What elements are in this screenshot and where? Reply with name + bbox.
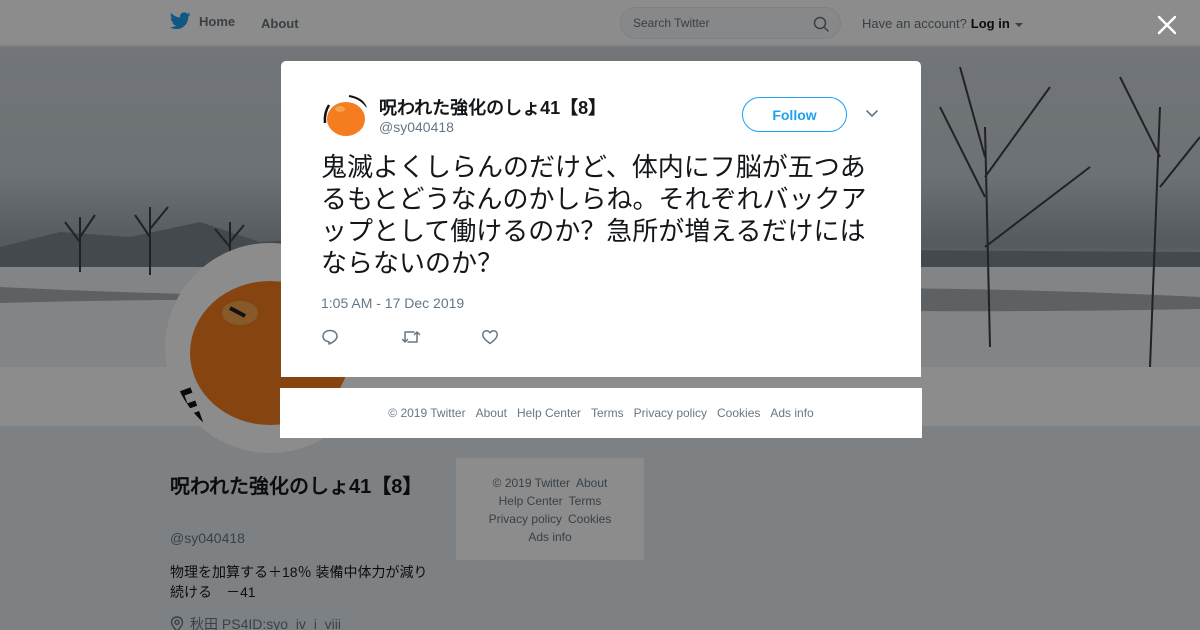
- tweet-timestamp[interactable]: 1:05 AM - 17 Dec 2019: [321, 295, 464, 311]
- avatar-image: [321, 93, 369, 141]
- tweet-author-handle[interactable]: @sy040418: [379, 119, 454, 135]
- tweet-text: 鬼滅よくしらんのだけど、体内にフ脳が五つあるもとどうなんのかしらね。それぞれバッ…: [321, 153, 867, 279]
- footer-privacy-link[interactable]: Privacy policy: [634, 406, 707, 420]
- tweet-actions: [321, 327, 561, 347]
- retweet-button[interactable]: [401, 327, 481, 347]
- tweet-modal: 呪われた強化のしょ41【8】 @sy040418 Follow 鬼滅よくしらんの…: [281, 61, 921, 377]
- footer-copyright: © 2019 Twitter: [388, 406, 466, 420]
- footer-help-link[interactable]: Help Center: [517, 406, 581, 420]
- retweet-icon: [401, 331, 421, 343]
- footer-cookies-link[interactable]: Cookies: [717, 406, 760, 420]
- like-button[interactable]: [481, 327, 561, 347]
- reply-icon: [322, 329, 338, 345]
- heart-icon: [482, 329, 498, 345]
- reply-button[interactable]: [321, 327, 401, 347]
- chevron-down-icon[interactable]: [865, 109, 879, 119]
- footer-ads-link[interactable]: Ads info: [770, 406, 813, 420]
- tweet-author-name[interactable]: 呪われた強化のしょ41【8】: [379, 94, 606, 120]
- tweet-author-avatar[interactable]: [321, 93, 369, 141]
- footer-terms-link[interactable]: Terms: [591, 406, 624, 420]
- footer-about-link[interactable]: About: [476, 406, 507, 420]
- follow-button[interactable]: Follow: [742, 97, 847, 132]
- modal-footer: © 2019 Twitter About Help Center Terms P…: [280, 388, 922, 438]
- close-icon[interactable]: [1154, 12, 1180, 38]
